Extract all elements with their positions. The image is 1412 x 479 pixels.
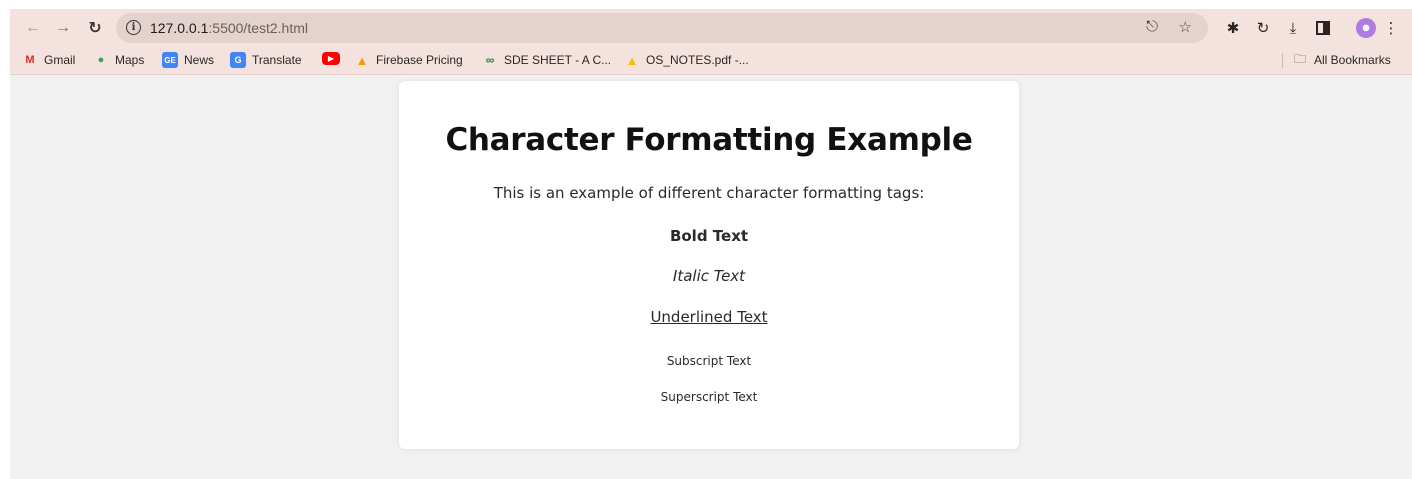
- news-icon: GE: [162, 52, 178, 68]
- download-icon[interactable]: ⤓: [1282, 17, 1304, 39]
- reload-icon[interactable]: ↻: [84, 17, 106, 39]
- forward-icon[interactable]: →: [52, 17, 74, 39]
- bookmark-sde-sheet[interactable]: ∞ SDE SHEET - A C...: [482, 52, 611, 68]
- bookmark-maps[interactable]: ● Maps: [93, 52, 145, 68]
- all-bookmarks-button[interactable]: 🗀 All Bookmarks: [1292, 52, 1391, 68]
- site-info-icon[interactable]: i: [126, 20, 141, 35]
- folder-icon: 🗀: [1293, 51, 1306, 66]
- bookmark-label: OS_NOTES.pdf -...: [646, 53, 749, 67]
- url-text[interactable]: 127.0.0.1:5500/test2.html: [150, 20, 308, 36]
- gmail-icon: M: [25, 54, 35, 66]
- intro-text: This is an example of different characte…: [493, 184, 925, 202]
- bookmark-label: Firebase Pricing: [376, 53, 463, 67]
- youtube-icon: ▶: [322, 52, 340, 65]
- bookmark-firebase[interactable]: ▲ Firebase Pricing: [354, 52, 463, 68]
- bookmark-os-notes[interactable]: ▲ OS_NOTES.pdf -...: [624, 52, 749, 68]
- page-title: Character Formatting Example: [445, 122, 973, 158]
- bookmarks-divider: [1282, 53, 1283, 68]
- bold-text: Bold Text: [669, 227, 749, 245]
- maps-icon: ●: [97, 54, 105, 66]
- bookmark-label: News: [184, 53, 215, 67]
- extension-s-icon[interactable]: ↻: [1252, 17, 1274, 39]
- bookmarks-bar: M Gmail ● Maps GE News G Translate ▶ ▲ F…: [10, 47, 1412, 75]
- drive-icon: ▲: [625, 52, 639, 68]
- bookmark-youtube[interactable]: ▶: [322, 52, 346, 65]
- address-bar[interactable]: i 127.0.0.1:5500/test2.html ⎋ ☆: [116, 13, 1208, 43]
- bookmark-label: Gmail: [44, 53, 76, 67]
- bookmark-star-icon[interactable]: ☆: [1179, 18, 1192, 36]
- back-icon[interactable]: ←: [22, 17, 44, 39]
- menu-kebab-icon[interactable]: ⋮: [1380, 17, 1402, 39]
- url-path: :5500/test2.html: [208, 20, 309, 36]
- bookmark-label: Translate: [252, 53, 302, 67]
- url-host: 127.0.0.1: [150, 20, 209, 36]
- bookmark-label: Maps: [115, 53, 145, 67]
- bookmark-gmail[interactable]: M Gmail: [22, 52, 75, 68]
- italic-text: Italic Text: [672, 267, 746, 285]
- share-icon[interactable]: ⎋: [1146, 18, 1158, 35]
- content-card: Character Formatting Example This is an …: [399, 81, 1019, 449]
- translate-icon: G: [230, 52, 246, 68]
- bookmark-translate[interactable]: G Translate: [230, 52, 302, 68]
- extensions-icon[interactable]: ✱: [1222, 17, 1244, 39]
- browser-toolbar: ← → ↻ i 127.0.0.1:5500/test2.html ⎋ ☆ ✱ …: [10, 9, 1412, 47]
- link-icon: ∞: [485, 53, 495, 67]
- superscript-text: Superscript Text: [660, 390, 758, 404]
- underlined-text: Underlined Text: [650, 308, 768, 326]
- side-panel-icon[interactable]: [1312, 17, 1334, 39]
- subscript-text: Subscript Text: [666, 354, 752, 368]
- bookmark-news[interactable]: GE News: [162, 52, 214, 68]
- all-bookmarks-label: All Bookmarks: [1314, 53, 1391, 67]
- browser-window: ← → ↻ i 127.0.0.1:5500/test2.html ⎋ ☆ ✱ …: [10, 9, 1412, 479]
- firebase-icon: ▲: [355, 52, 369, 68]
- profile-avatar[interactable]: ☻: [1356, 18, 1376, 38]
- bookmark-label: SDE SHEET - A C...: [504, 53, 612, 67]
